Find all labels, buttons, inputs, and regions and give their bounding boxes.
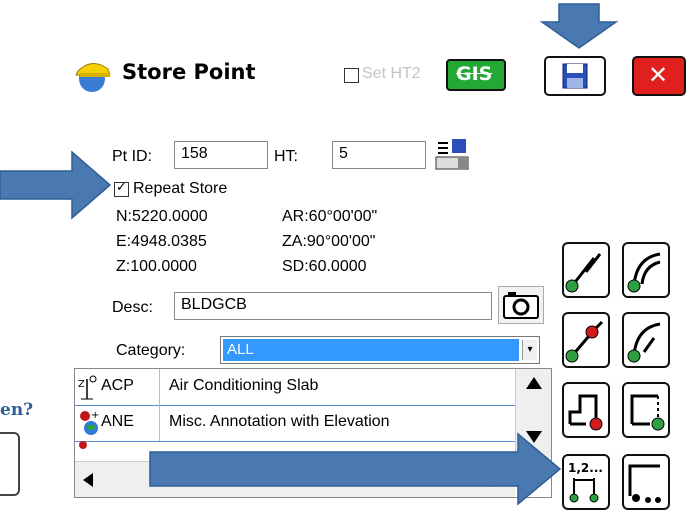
callout-arrows (0, 3, 619, 506)
arrow-to-repeat-store (0, 150, 112, 220)
arrow-to-sequence-store (149, 432, 562, 506)
arrow-down-to-save (539, 3, 619, 49)
